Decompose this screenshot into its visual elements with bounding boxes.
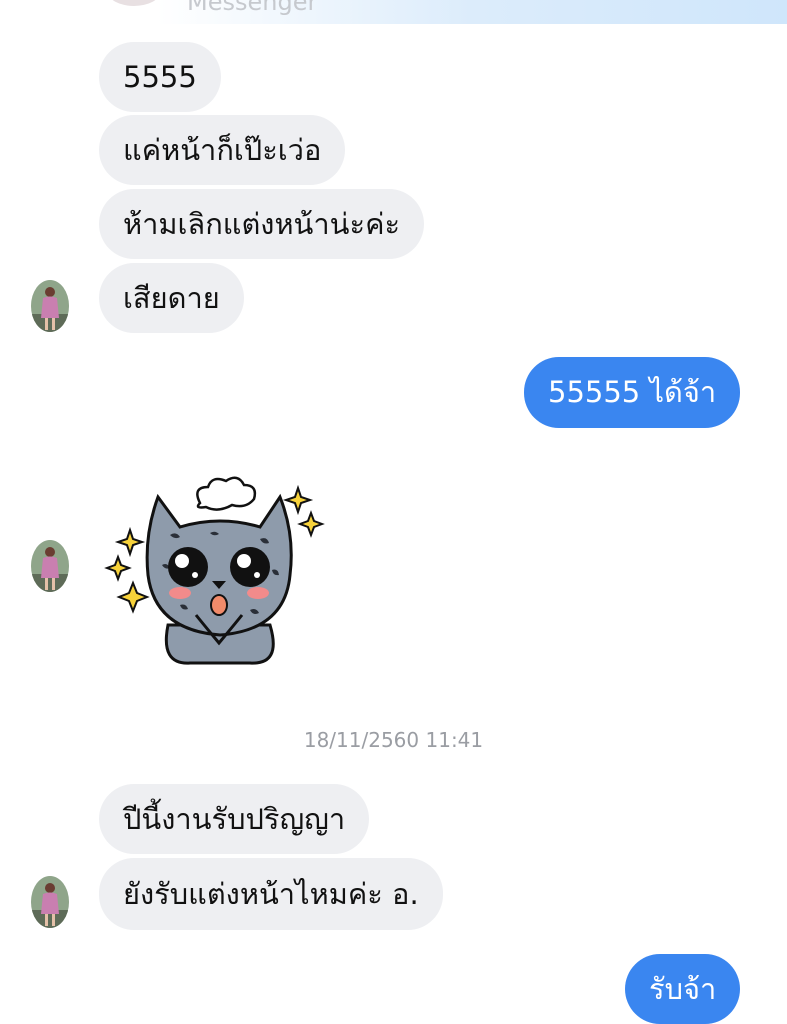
message-bubble-incoming[interactable]: ยังรับแต่งหน้าไหมค่ะ อ.: [99, 858, 443, 930]
message-bubble-outgoing[interactable]: 55555 ได้จ้า: [524, 357, 741, 428]
message-bubble-outgoing[interactable]: รับจ้า: [625, 954, 741, 1024]
contact-avatar[interactable]: [31, 540, 69, 592]
chat-header: Messenger: [0, 0, 787, 24]
message-bubble-incoming[interactable]: แค่หน้าก็เป๊ะเว่อ: [99, 115, 346, 185]
message-bubble-incoming[interactable]: เสียดาย: [99, 263, 244, 333]
header-avatar[interactable]: [108, 0, 160, 6]
message-bubble-incoming[interactable]: 5555: [99, 42, 221, 112]
contact-avatar[interactable]: [31, 876, 69, 928]
timestamp: 18/11/2560 11:41: [303, 728, 484, 752]
header-title: Messenger: [187, 0, 318, 16]
message-bubble-incoming[interactable]: ห้ามเลิกแต่งหน้าน่ะค่ะ: [99, 189, 425, 259]
message-bubble-incoming[interactable]: ปีนี้งานรับปริญญา: [99, 784, 370, 854]
contact-avatar[interactable]: [31, 280, 69, 332]
cat-sticker[interactable]: [100, 475, 330, 670]
